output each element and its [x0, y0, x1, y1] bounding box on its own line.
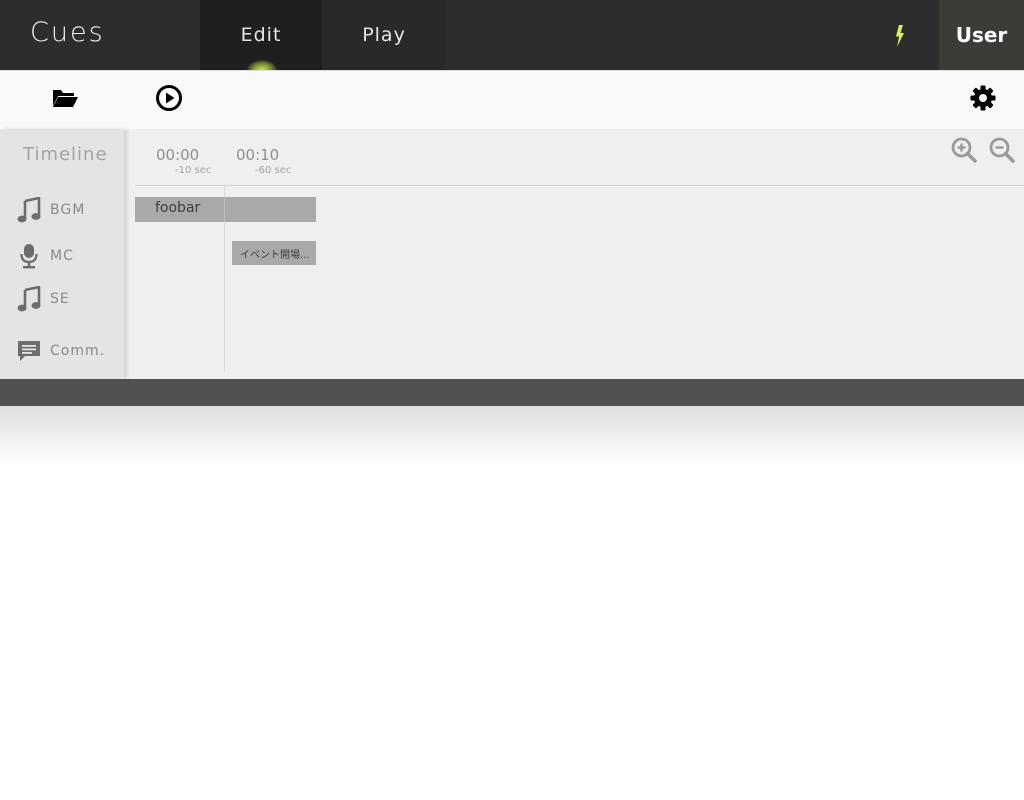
- top-bar: Cues Edit Play User: [0, 0, 1024, 80]
- toolbar: [0, 70, 1024, 129]
- play-button[interactable]: [154, 85, 184, 115]
- cue-block-mc[interactable]: イベント開場...: [232, 241, 316, 265]
- settings-button[interactable]: [968, 85, 998, 115]
- music-note-icon: [16, 286, 42, 312]
- cue-label: foobar: [155, 200, 201, 216]
- track-se[interactable]: SE: [16, 286, 70, 312]
- folder-open-icon: [51, 87, 79, 113]
- track-sidebar: Timeline BGM MC SE Comm.: [0, 129, 124, 379]
- comment-icon: [16, 338, 42, 364]
- zoom-out-button[interactable]: [988, 136, 1016, 164]
- track-bgm[interactable]: BGM: [16, 197, 85, 223]
- gear-icon: [969, 84, 997, 116]
- time-marker: 00:00 -10 sec: [156, 146, 211, 176]
- time-marker-offset: -10 sec: [175, 165, 212, 176]
- tab-edit-label: Edit: [240, 24, 282, 46]
- cue-label: イベント開場...: [240, 250, 310, 261]
- time-marker-label: 00:10: [236, 146, 280, 164]
- flash-icon[interactable]: [890, 24, 910, 48]
- play-circle-icon: [155, 84, 183, 116]
- tab-edit[interactable]: Edit: [200, 0, 322, 80]
- tab-play-label: Play: [362, 24, 406, 46]
- track-label-mc: MC: [50, 248, 74, 264]
- time-marker-label: 00:00: [156, 146, 200, 164]
- open-folder-button[interactable]: [50, 85, 80, 115]
- track-comm[interactable]: Comm.: [16, 338, 105, 364]
- cue-block-bgm[interactable]: foobar: [135, 197, 316, 222]
- timeline-panel: Timeline BGM MC SE Comm. 00:00 -10 sec 0…: [0, 129, 1024, 379]
- bottom-bar: [0, 379, 1024, 406]
- microphone-icon: [16, 243, 42, 269]
- zoom-in-icon: [950, 137, 978, 168]
- tab-play[interactable]: Play: [322, 0, 446, 70]
- user-button[interactable]: User: [939, 0, 1024, 70]
- panel-shadow: [0, 406, 1024, 466]
- track-label-bgm: BGM: [50, 202, 86, 218]
- time-marker-offset: -60 sec: [255, 165, 292, 176]
- zoom-in-button[interactable]: [950, 136, 978, 164]
- ruler-divider: [135, 185, 1024, 186]
- user-label: User: [955, 23, 1008, 47]
- music-note-icon: [16, 197, 42, 223]
- track-label-comm: Comm.: [50, 343, 106, 359]
- zoom-out-icon: [988, 137, 1016, 168]
- track-mc[interactable]: MC: [16, 243, 74, 269]
- timeline-title: Timeline: [23, 144, 108, 165]
- time-marker: 00:10 -60 sec: [236, 146, 291, 176]
- track-label-se: SE: [50, 291, 70, 307]
- cue-divider: [224, 197, 225, 222]
- app-title: Cues: [30, 17, 105, 48]
